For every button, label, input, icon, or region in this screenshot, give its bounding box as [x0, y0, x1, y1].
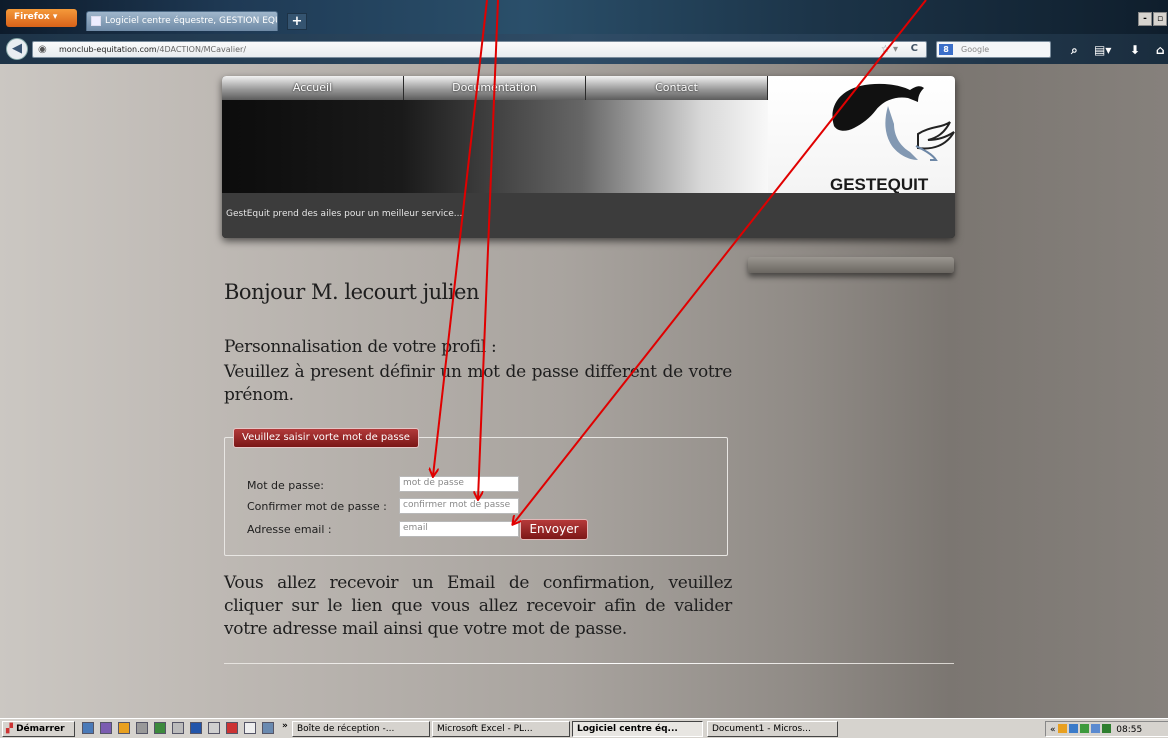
quicklaunch-misc-icon[interactable] [136, 722, 148, 734]
search-magnifier-icon[interactable]: ⌕ [1071, 44, 1078, 56]
confirmation-text: Vous allez recevoir un Email de confirma… [224, 573, 732, 639]
tray-excel-icon[interactable] [1102, 724, 1112, 733]
tray-security-icon[interactable] [1080, 724, 1090, 733]
header-tagline: GestEquit prend des ailes pour un meille… [222, 193, 955, 238]
page-title: Bonjour M. lecourt julien [224, 280, 480, 304]
quicklaunch-mail-icon[interactable] [262, 722, 274, 734]
home-icon[interactable]: ⌂ [1156, 44, 1165, 56]
globe-icon: ◉ [38, 44, 47, 55]
page-icon [91, 16, 101, 26]
back-button[interactable]: ◀ [6, 38, 28, 60]
windows-taskbar: ▞ Démarrer » Boîte de réception -... Mic… [0, 718, 1168, 738]
start-label: Démarrer [16, 724, 65, 734]
send-button[interactable]: Envoyer [520, 519, 588, 540]
email-input[interactable]: email [399, 521, 519, 537]
google-icon: 8 [939, 44, 953, 55]
browser-nav-bar: ◀ ◉ monclub-equitation.com/4DACTION/MCav… [0, 34, 1168, 64]
form-legend: Veuillez saisir vorte mot de passe [233, 428, 419, 448]
browser-title-bar: Firefox ▾ Logiciel centre équestre, GEST… [0, 0, 1168, 34]
logo-text: GESTEQUIT [830, 175, 929, 194]
taskbar-item-label: Document1 - Micros... [712, 724, 811, 734]
section-subtitle: Personnalisation de votre profil : [224, 337, 497, 357]
minimize-button[interactable]: - [1138, 12, 1152, 26]
taskbar-item-outlook[interactable]: Boîte de réception -... [292, 721, 430, 737]
quicklaunch-printer-icon[interactable] [172, 722, 184, 734]
quicklaunch-ie-icon[interactable] [82, 722, 94, 734]
url-path: /4DACTION/MCavalier/ [156, 45, 247, 54]
tray-outlook-icon[interactable] [1058, 724, 1068, 733]
site-header: Accueil Documentation Contact GESTEQUIT … [222, 76, 955, 238]
reload-icon[interactable]: C [911, 43, 918, 54]
bookmark-star-icon[interactable]: ☆ ▾ [881, 44, 898, 55]
taskbar-item-label: Boîte de réception -... [297, 724, 395, 734]
menu-accueil[interactable]: Accueil [222, 76, 404, 100]
menu-contact[interactable]: Contact [586, 76, 768, 100]
instruction-text: Veuillez à present définir un mot de pas… [224, 362, 732, 405]
quicklaunch-pdf-icon[interactable] [226, 722, 238, 734]
password-label: Mot de passe: [247, 479, 324, 492]
quicklaunch-onenote-icon[interactable] [100, 722, 112, 734]
windows-flag-icon: ▞ [6, 724, 13, 734]
bookmarks-icon[interactable]: ▤▾ [1094, 44, 1111, 56]
tray-expand-chevron[interactable]: « [1050, 725, 1056, 735]
system-tray: « 08:55 [1045, 721, 1168, 737]
divider [224, 663, 954, 664]
taskbar-item-excel[interactable]: Microsoft Excel - PL... [432, 721, 570, 737]
quicklaunch-outlook-icon[interactable] [118, 722, 130, 734]
confirm-password-label: Confirmer mot de passe : [247, 500, 387, 513]
taskbar-item-word[interactable]: Document1 - Micros... [707, 721, 838, 737]
tray-update-icon[interactable] [1091, 724, 1101, 733]
search-placeholder: Google [961, 45, 990, 54]
download-icon[interactable]: ⬇ [1130, 44, 1140, 56]
quicklaunch-excel-icon[interactable] [154, 722, 166, 734]
tray-network-icon[interactable] [1069, 724, 1079, 733]
password-form [224, 437, 728, 556]
quicklaunch-tool-icon[interactable] [208, 722, 220, 734]
firefox-menu-label: Firefox [14, 12, 50, 22]
quicklaunch-doc-icon[interactable] [244, 722, 256, 734]
site-menu: Accueil Documentation Contact [222, 76, 768, 100]
start-button[interactable]: ▞ Démarrer [2, 721, 75, 737]
email-label: Adresse email : [247, 523, 332, 536]
sidebar-box [748, 257, 954, 273]
quicklaunch-word-icon[interactable] [190, 722, 202, 734]
password-input[interactable]: mot de passe [399, 476, 519, 492]
restore-button[interactable]: ▫ [1153, 12, 1167, 26]
url-host: monclub-equitation.com [59, 45, 157, 54]
web-page: Accueil Documentation Contact GESTEQUIT … [0, 64, 1168, 718]
logo: GESTEQUIT [768, 76, 955, 194]
more-chevron[interactable]: » [282, 721, 288, 731]
search-box[interactable]: 8 Google [936, 41, 1051, 58]
taskbar-item-firefox[interactable]: Logiciel centre éq... [572, 721, 703, 737]
taskbar-item-label: Microsoft Excel - PL... [437, 724, 533, 734]
menu-documentation[interactable]: Documentation [404, 76, 586, 100]
tab-title: Logiciel centre équestre, GESTION EQUITA… [105, 16, 277, 26]
new-tab-button[interactable]: + [287, 13, 307, 30]
taskbar-item-label: Logiciel centre éq... [577, 724, 678, 734]
address-bar[interactable]: ◉ monclub-equitation.com/4DACTION/MCaval… [32, 41, 927, 58]
confirm-password-input[interactable]: confirmer mot de passe [399, 498, 519, 514]
firefox-menu-button[interactable]: Firefox ▾ [6, 9, 77, 27]
clock: 08:55 [1116, 725, 1143, 735]
browser-tab[interactable]: Logiciel centre équestre, GESTION EQUITA… [86, 11, 278, 31]
